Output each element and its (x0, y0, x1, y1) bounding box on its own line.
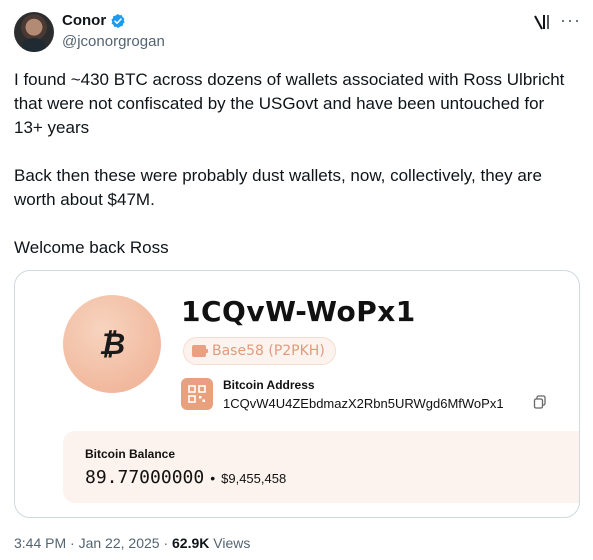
balance-label: Bitcoin Balance (85, 447, 176, 461)
meta-dot: · (70, 535, 75, 551)
bitcoin-address: 1CQvW4U4ZEbdmazX2Rbn5URWgd6MfWoPx1 (223, 396, 504, 411)
bitcoin-symbol-icon: ₿ (98, 326, 126, 362)
wallet-card[interactable]: ₿ 1CQvW-WoPx1 Base58 (P2PKH) Bitcoin Add… (14, 270, 580, 518)
tweet: Conor @jconorgrogan ··· I found ~430 BTC… (0, 0, 593, 560)
balance-panel: Bitcoin Balance 89.77000000 • $9,455,458 (63, 431, 579, 503)
balance-usd: $9,455,458 (221, 471, 287, 486)
address-label: Bitcoin Address (223, 378, 315, 392)
balance-btc: 89.77000000 (85, 467, 205, 488)
grok-icon[interactable] (532, 12, 552, 32)
tweet-text: I found ~430 BTC across dozens of wallet… (14, 70, 565, 257)
meta-dot-2: · (163, 535, 169, 551)
balance-separator: • (210, 470, 216, 486)
wallet-icon (192, 345, 208, 357)
tweet-meta: 3:44 PM · Jan 22, 2025 · 62.9K Views (14, 535, 250, 551)
copy-icon[interactable] (533, 395, 547, 409)
tweet-time[interactable]: 3:44 PM (14, 535, 66, 551)
views-count: 62.9K (172, 535, 210, 551)
tweet-date[interactable]: Jan 22, 2025 (79, 535, 160, 551)
author-handle[interactable]: @jconorgrogan (62, 33, 165, 50)
wallet-short-address: 1CQvW-WoPx1 (181, 295, 416, 328)
bitcoin-coin-icon: ₿ (63, 295, 161, 393)
views-label: Views (213, 535, 251, 551)
verified-badge-icon (111, 13, 125, 28)
address-format-badge: Base58 (P2PKH) (183, 337, 336, 365)
author-name[interactable]: Conor (62, 12, 106, 29)
balance-row: 89.77000000 • $9,455,458 (85, 467, 286, 488)
author-name-row: Conor (62, 12, 126, 29)
qr-icon (181, 378, 213, 410)
more-icon[interactable]: ··· (560, 10, 581, 31)
address-format-label: Base58 (P2PKH) (212, 343, 325, 359)
avatar[interactable] (14, 12, 54, 52)
